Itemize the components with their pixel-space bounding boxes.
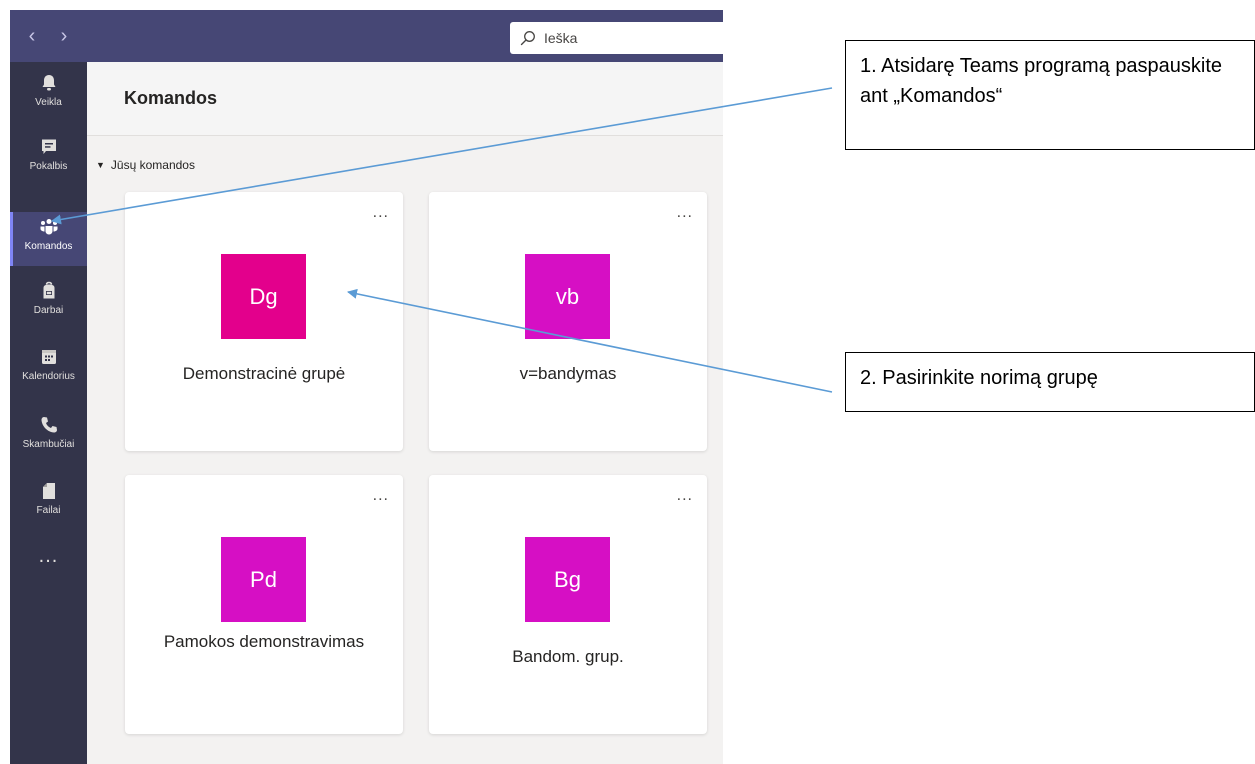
- phone-icon: [41, 417, 57, 433]
- rail-item-kalendorius[interactable]: Kalendorius: [10, 342, 87, 396]
- calendar-icon: [41, 350, 56, 364]
- rail-label: Pokalbis: [29, 161, 68, 172]
- team-avatar: Dg: [221, 254, 306, 339]
- rail-item-skambuciai[interactable]: Skambučiai: [10, 410, 87, 464]
- page-header: Komandos: [87, 62, 723, 136]
- backpack-icon: [43, 281, 54, 299]
- rail-item-veikla[interactable]: Veikla: [10, 68, 87, 122]
- rail-label: Skambučiai: [22, 439, 75, 450]
- chevron-right-icon[interactable]: ›: [54, 24, 74, 48]
- team-avatar: Bg: [525, 537, 610, 622]
- team-card[interactable]: ... vb v=bandymas: [429, 192, 707, 451]
- caret-down-icon: ▼: [96, 160, 105, 170]
- callout-step-2: 2. Pasirinkite norimą grupę: [845, 352, 1255, 412]
- app-bar: Veikla Pokalbis Komandos Darbai Kalendor…: [10, 62, 87, 764]
- rail-item-failai[interactable]: Failai: [10, 476, 87, 530]
- rail-label: Komandos: [24, 241, 73, 252]
- rail-label: Veikla: [35, 97, 62, 108]
- rail-label: Kalendorius: [22, 371, 75, 382]
- more-options-icon[interactable]: ...: [677, 204, 693, 222]
- search-input[interactable]: Ieška: [510, 22, 723, 54]
- search-icon: [520, 31, 535, 46]
- chevron-left-icon[interactable]: ‹: [22, 24, 42, 48]
- file-icon: [42, 483, 55, 499]
- rail-item-komandos[interactable]: Komandos: [10, 212, 87, 266]
- rail-item-darbai[interactable]: Darbai: [10, 276, 87, 330]
- more-options-icon[interactable]: ...: [373, 204, 389, 222]
- rail-label: Failai: [36, 505, 61, 516]
- title-bar: ‹ › Ieška: [10, 10, 723, 62]
- team-avatar: Pd: [221, 537, 306, 622]
- team-name: v=bandymas: [519, 364, 617, 383]
- team-card[interactable]: ... Dg Demonstracinė grupė: [125, 192, 403, 451]
- team-card[interactable]: ... Bg Bandom. grup.: [429, 475, 707, 734]
- teams-icon: [40, 219, 57, 235]
- chat-icon: [41, 139, 56, 154]
- callout-step-1: 1. Atsidarę Teams programą paspauskite a…: [845, 40, 1255, 150]
- team-name: Demonstracinė grupė: [182, 364, 346, 383]
- rail-item-pokalbis[interactable]: Pokalbis: [10, 132, 87, 186]
- teams-window: ‹ › Ieška Veikla Pokalbis Komandos Darba…: [10, 10, 723, 764]
- team-name: Bandom. grup.: [512, 647, 624, 666]
- team-card[interactable]: ... Pd Pamokos demonstravimas: [125, 475, 403, 734]
- bell-icon: [42, 75, 55, 91]
- page-title: Komandos: [124, 88, 218, 108]
- more-options-icon[interactable]: ...: [677, 487, 693, 505]
- rail-label: Darbai: [33, 305, 64, 316]
- more-options-icon[interactable]: ...: [373, 487, 389, 505]
- team-avatar: vb: [525, 254, 610, 339]
- team-name: Pamokos demonstravimas: [163, 632, 365, 651]
- more-apps-icon[interactable]: ...: [10, 546, 87, 571]
- section-toggle-jusu-komandos[interactable]: ▼ Jūsų komandos: [96, 158, 195, 172]
- search-placeholder: Ieška: [544, 30, 578, 46]
- section-label: Jūsų komandos: [110, 158, 195, 172]
